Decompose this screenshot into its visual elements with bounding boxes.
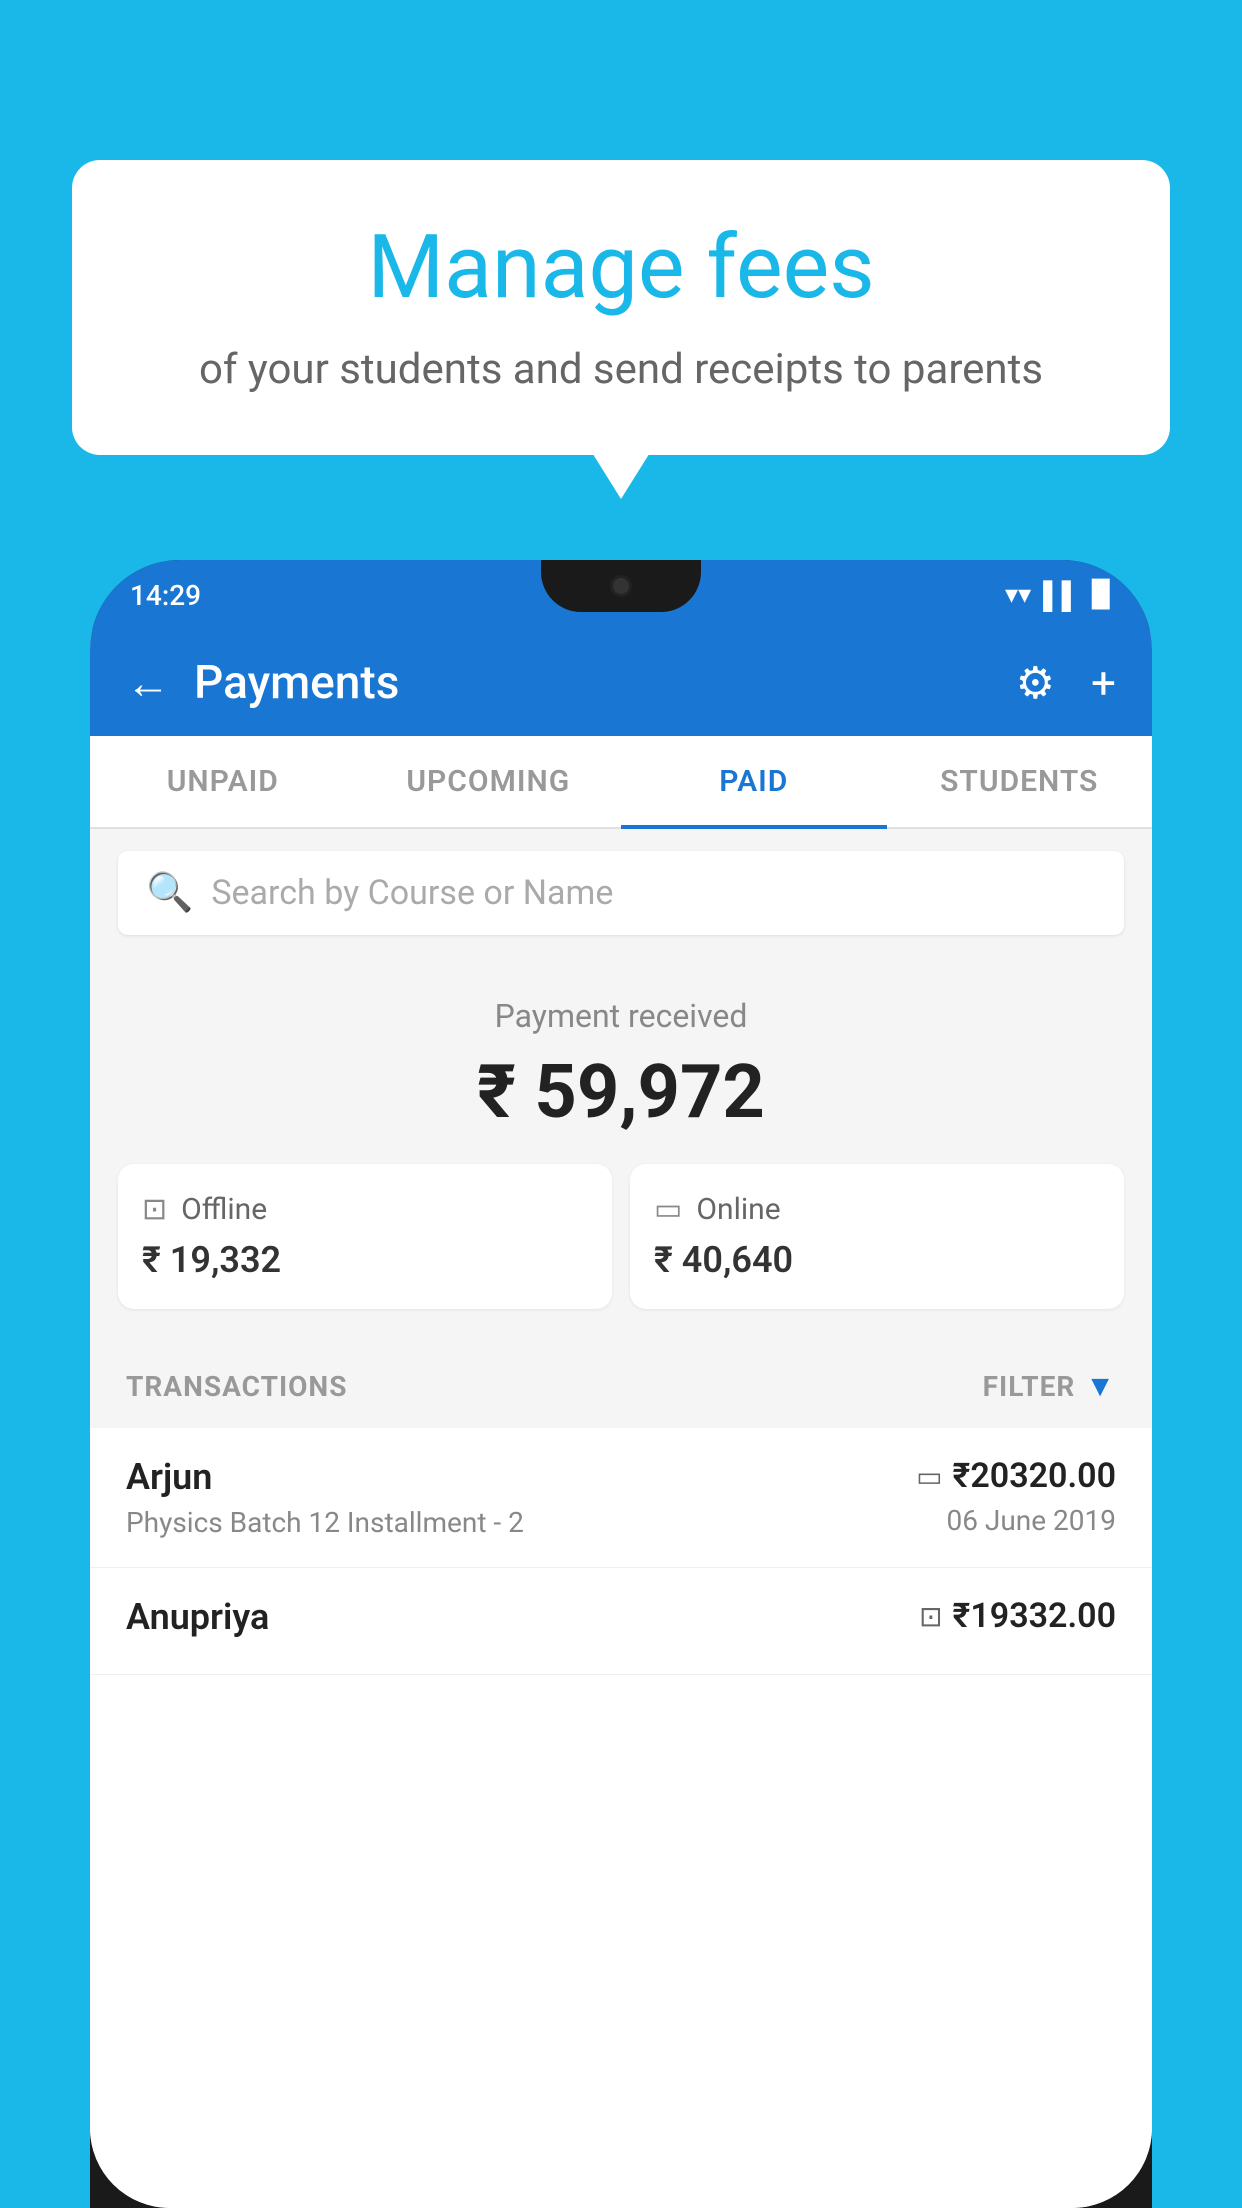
online-card: ▭ Online ₹ 40,640 — [630, 1164, 1124, 1309]
tab-unpaid[interactable]: UNPAID — [90, 736, 356, 827]
online-amount: ₹ 40,640 — [654, 1239, 1100, 1281]
transaction-detail: Physics Batch 12 Installment - 2 — [126, 1506, 916, 1539]
offline-icon: ⊡ — [142, 1192, 167, 1227]
phone-frame: 14:29 ▾▾ ▌▌ ▉ ← Payments ⚙ + UNPAID UPCO… — [90, 560, 1152, 2208]
offline-amount: ₹ 19,332 — [142, 1239, 588, 1281]
offline-icon-small: ⊡ — [919, 1600, 942, 1633]
app-header: ← Payments ⚙ + — [90, 630, 1152, 736]
transaction-name: Anupriya — [126, 1596, 919, 1638]
search-icon: 🔍 — [146, 871, 193, 915]
payment-cards: ⊡ Offline ₹ 19,332 ▭ Online ₹ 40,640 — [118, 1164, 1124, 1309]
transactions-list: Arjun Physics Batch 12 Installment - 2 ▭… — [90, 1428, 1152, 2208]
transaction-amount: ₹20320.00 — [953, 1456, 1116, 1496]
speech-bubble: Manage fees of your students and send re… — [72, 160, 1170, 455]
transaction-amount-row: ▭ ₹20320.00 — [916, 1456, 1116, 1496]
wifi-icon: ▾▾ — [1005, 580, 1031, 610]
search-area: 🔍 Search by Course or Name — [90, 829, 1152, 957]
payment-summary: Payment received ₹ 59,972 ⊡ Offline ₹ 19… — [90, 957, 1152, 1345]
battery-icon: ▉ — [1092, 580, 1112, 610]
offline-label: Offline — [181, 1192, 267, 1227]
transaction-amount: ₹19332.00 — [953, 1596, 1116, 1636]
camera — [610, 575, 632, 597]
tab-upcoming[interactable]: UPCOMING — [356, 736, 622, 827]
transaction-date: 06 June 2019 — [916, 1504, 1116, 1537]
transactions-label: TRANSACTIONS — [126, 1370, 347, 1403]
filter-icon: ▼ — [1085, 1369, 1116, 1404]
tab-students[interactable]: STUDENTS — [887, 736, 1153, 827]
card-icon: ▭ — [916, 1460, 942, 1493]
online-label: Online — [696, 1192, 780, 1227]
payment-total: ₹ 59,972 — [118, 1049, 1124, 1136]
status-bar: 14:29 ▾▾ ▌▌ ▉ — [90, 560, 1152, 630]
transaction-right: ▭ ₹20320.00 06 June 2019 — [916, 1456, 1116, 1537]
transaction-row[interactable]: Anupriya ⊡ ₹19332.00 — [90, 1568, 1152, 1675]
filter-label: FILTER — [983, 1370, 1076, 1403]
search-box[interactable]: 🔍 Search by Course or Name — [118, 851, 1124, 935]
transaction-row[interactable]: Arjun Physics Batch 12 Installment - 2 ▭… — [90, 1428, 1152, 1568]
header-left: ← Payments — [126, 656, 399, 710]
page-title: Payments — [194, 656, 399, 710]
transaction-left: Arjun Physics Batch 12 Installment - 2 — [126, 1456, 916, 1539]
offline-card: ⊡ Offline ₹ 19,332 — [118, 1164, 612, 1309]
signal-icon: ▌▌ — [1043, 580, 1080, 611]
add-button[interactable]: + — [1091, 657, 1116, 709]
transaction-amount-row: ⊡ ₹19332.00 — [919, 1596, 1116, 1636]
payment-received-label: Payment received — [118, 997, 1124, 1035]
header-right: ⚙ + — [1016, 657, 1116, 709]
tabs-bar: UNPAID UPCOMING PAID STUDENTS — [90, 736, 1152, 829]
filter-button[interactable]: FILTER ▼ — [983, 1369, 1116, 1404]
bubble-subtitle: of your students and send receipts to pa… — [122, 341, 1120, 400]
app-screen: ← Payments ⚙ + UNPAID UPCOMING PAID STUD… — [90, 630, 1152, 2208]
offline-card-header: ⊡ Offline — [142, 1192, 588, 1227]
back-button[interactable]: ← — [126, 657, 170, 709]
online-card-header: ▭ Online — [654, 1192, 1100, 1227]
transactions-header: TRANSACTIONS FILTER ▼ — [90, 1345, 1152, 1428]
tab-paid[interactable]: PAID — [621, 736, 887, 827]
online-icon: ▭ — [654, 1192, 682, 1227]
transaction-right: ⊡ ₹19332.00 — [919, 1596, 1116, 1644]
bubble-title: Manage fees — [122, 220, 1120, 317]
search-input[interactable]: Search by Course or Name — [211, 873, 613, 913]
phone-notch — [541, 560, 701, 612]
transaction-left: Anupriya — [126, 1596, 919, 1646]
transaction-name: Arjun — [126, 1456, 916, 1498]
status-time: 14:29 — [130, 579, 201, 612]
settings-icon[interactable]: ⚙ — [1016, 657, 1055, 709]
status-icons: ▾▾ ▌▌ ▉ — [1005, 580, 1112, 611]
